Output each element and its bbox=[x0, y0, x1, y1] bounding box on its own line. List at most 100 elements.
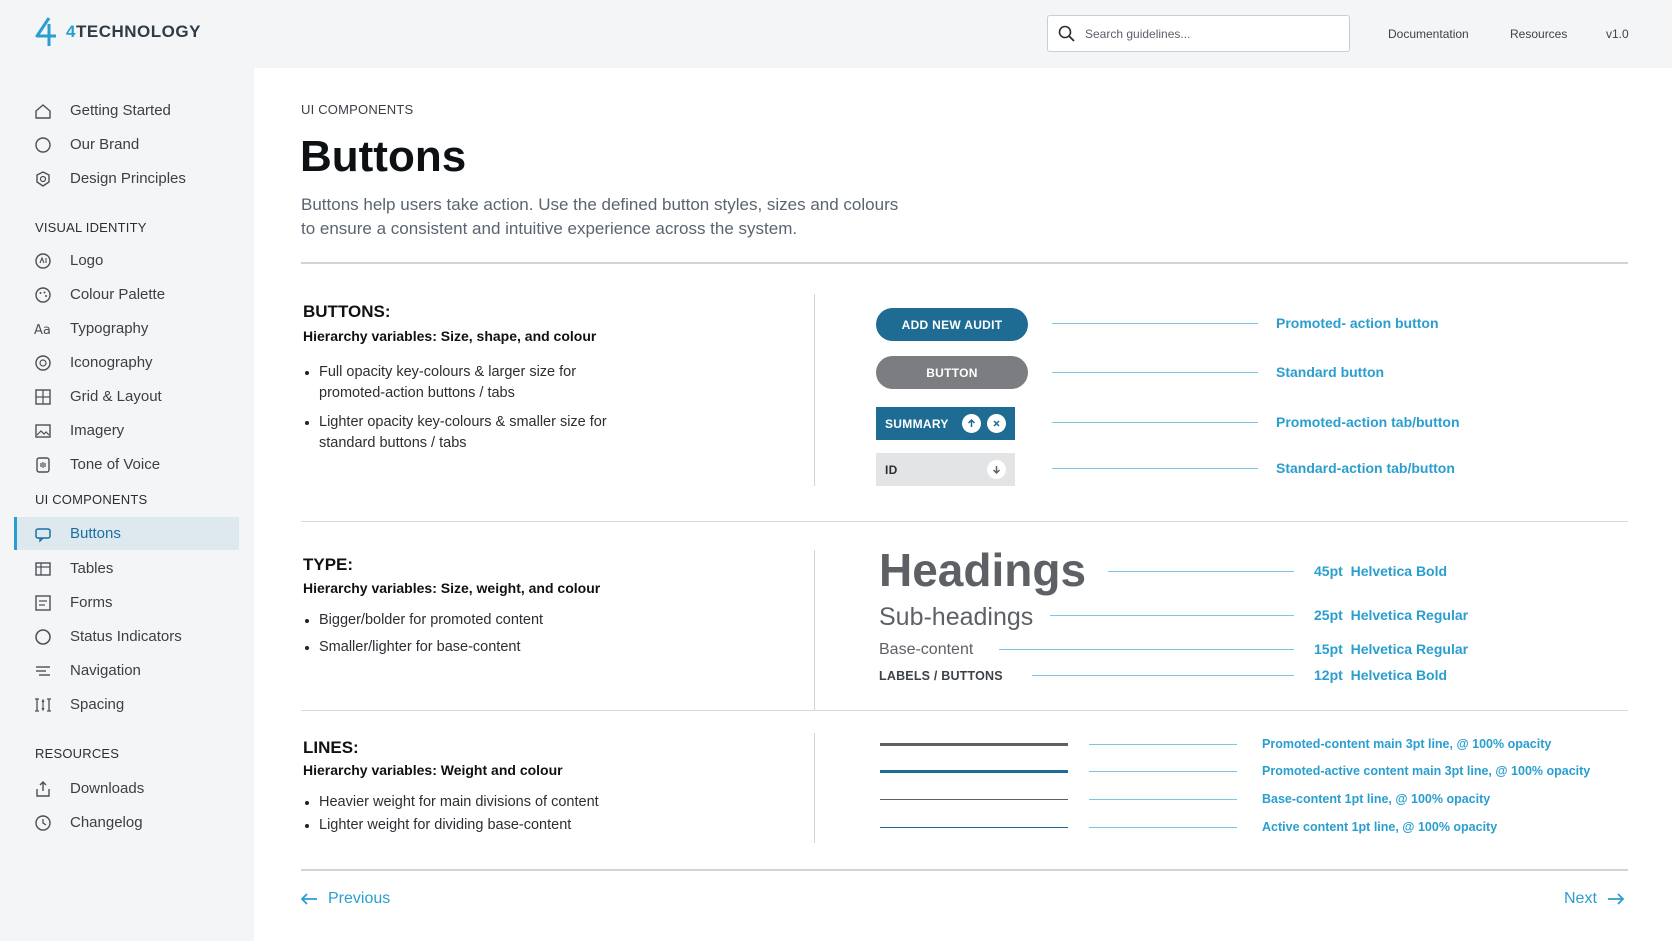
sidebar-item-label: Changelog bbox=[70, 814, 143, 831]
column-divider bbox=[814, 294, 815, 486]
standard-tab-label: ID bbox=[885, 462, 898, 477]
leader-line bbox=[1052, 468, 1258, 469]
sidebar-item-label: Spacing bbox=[70, 696, 125, 713]
sidebar-section-title: VISUAL IDENTITY bbox=[35, 220, 147, 235]
sidebar-item-typography[interactable]: Aa Typography bbox=[14, 312, 239, 345]
sidebar-item-forms[interactable]: Forms bbox=[14, 586, 239, 619]
palette-icon bbox=[35, 286, 51, 303]
buttons-section-title: BUTTONS: bbox=[303, 302, 391, 321]
sidebar-item-spacing[interactable]: Spacing bbox=[14, 688, 239, 721]
sidebar-item-status-indicators[interactable]: Status Indicators bbox=[14, 620, 239, 653]
font-name-label: Helvetica Bold bbox=[1350, 667, 1448, 683]
sidebar-item-navigation[interactable]: Navigation bbox=[14, 654, 239, 687]
promoted-action-tab[interactable]: SUMMARY bbox=[876, 407, 1015, 440]
bullet-item: Lighter opacity key-colours & smaller si… bbox=[303, 412, 643, 454]
sidebar-item-grid-layout[interactable]: Grid & Layout bbox=[14, 380, 239, 413]
divider bbox=[301, 262, 1628, 264]
leader-line bbox=[1052, 422, 1258, 423]
button-icon bbox=[35, 527, 51, 543]
sidebar-item-tables[interactable]: Tables bbox=[14, 552, 239, 585]
sidebar-item-logo[interactable]: Logo bbox=[14, 244, 239, 277]
annotation-line-promoted-active: Promoted-active content main 3pt line, @… bbox=[1262, 764, 1591, 778]
sidebar-item-getting-started[interactable]: Getting Started bbox=[14, 94, 239, 127]
next-link[interactable]: Next bbox=[1564, 890, 1625, 908]
sidebar-item-label: Tone of Voice bbox=[70, 456, 161, 473]
sidebar-item-iconography[interactable]: Iconography bbox=[14, 346, 239, 379]
sidebar-item-colour-palette[interactable]: Colour Palette bbox=[14, 278, 239, 311]
search-input[interactable] bbox=[1085, 26, 1335, 41]
iconography-icon bbox=[35, 354, 51, 371]
sidebar-item-our-brand[interactable]: Our Brand bbox=[14, 128, 239, 161]
sidebar-item-label: Iconography bbox=[70, 354, 153, 371]
bullet-item: Smaller/lighter for base-content bbox=[303, 637, 643, 658]
nav-link-resources[interactable]: Resources bbox=[1510, 27, 1567, 41]
sidebar-item-imagery[interactable]: Imagery bbox=[14, 414, 239, 447]
annotation-label-spec: 12pt Helvetica Bold bbox=[1314, 667, 1447, 683]
sidebar-item-label: Downloads bbox=[70, 780, 145, 797]
standard-button[interactable]: BUTTON bbox=[876, 356, 1028, 389]
sidebar-item-design-principles[interactable]: Design Principles bbox=[14, 162, 239, 195]
breadcrumb[interactable]: UI COMPONENTS bbox=[301, 102, 413, 117]
form-icon bbox=[35, 594, 51, 611]
sidebar-section-title: UI COMPONENTS bbox=[35, 492, 148, 507]
nav-link-documentation[interactable]: Documentation bbox=[1388, 27, 1469, 41]
navigation-icon bbox=[36, 665, 50, 676]
brand-name: 4TECHNOLOGY bbox=[66, 22, 201, 41]
font-name-label: Helvetica Bold bbox=[1350, 563, 1448, 579]
sidebar-item-label: Colour Palette bbox=[70, 286, 166, 303]
sidebar-item-changelog[interactable]: Changelog bbox=[14, 806, 239, 839]
leader-line bbox=[1108, 571, 1294, 572]
sidebar-item-tone-of-voice[interactable]: Tone of Voice bbox=[14, 448, 239, 481]
search-icon bbox=[1058, 25, 1075, 42]
next-label: Next bbox=[1564, 890, 1597, 907]
column-divider bbox=[814, 550, 815, 710]
version-label[interactable]: v1.0 bbox=[1606, 27, 1629, 41]
typography-icon: Aa bbox=[34, 323, 51, 338]
badge-icon bbox=[36, 170, 50, 187]
arrow-left-icon bbox=[300, 893, 317, 905]
top-header: 4TECHNOLOGY Documentation Resources v1.0 bbox=[0, 0, 1672, 68]
divider bbox=[301, 521, 1628, 522]
type-sample-heading: Headings bbox=[879, 544, 1087, 596]
sidebar-item-label: Forms bbox=[70, 594, 113, 611]
column-divider bbox=[814, 733, 815, 843]
home-icon bbox=[35, 103, 51, 119]
type-sample-subheading: Sub-headings bbox=[879, 603, 1034, 631]
annotation-standard-button: Standard button bbox=[1276, 364, 1385, 380]
image-icon bbox=[35, 423, 51, 438]
sidebar-item-label: Imagery bbox=[70, 422, 125, 439]
annotation-line-active: Active content 1pt line, @ 100% opacity bbox=[1262, 820, 1498, 834]
promoted-action-button[interactable]: ADD NEW AUDIT bbox=[876, 308, 1028, 341]
sidebar-item-label: Navigation bbox=[70, 662, 141, 679]
sidebar: Getting Started Our Brand Design Princip… bbox=[0, 68, 254, 941]
sample-line-promoted bbox=[880, 743, 1068, 746]
sample-line-active bbox=[880, 827, 1068, 828]
leader-line bbox=[1089, 827, 1237, 828]
sidebar-item-label: Logo bbox=[70, 252, 104, 269]
font-name-label: Helvetica Regular bbox=[1350, 607, 1469, 623]
font-size-label: 12pt bbox=[1314, 667, 1343, 683]
leader-line bbox=[1089, 771, 1237, 772]
arrow-up-icon[interactable] bbox=[962, 414, 981, 433]
logo-icon bbox=[35, 252, 51, 269]
arrow-down-icon[interactable] bbox=[987, 460, 1006, 479]
lines-section-bullets: Heavier weight for main divisions of con… bbox=[303, 792, 663, 836]
leader-line bbox=[1052, 372, 1258, 373]
divider bbox=[301, 710, 1628, 711]
sample-line-base bbox=[880, 799, 1068, 800]
font-size-label: 25pt bbox=[1314, 607, 1343, 623]
page-description: Buttons help users take action. Use the … bbox=[301, 195, 899, 238]
svg-text:Aa: Aa bbox=[34, 323, 51, 338]
sidebar-item-buttons[interactable]: Buttons bbox=[14, 517, 239, 550]
sidebar-item-label: Design Principles bbox=[70, 170, 186, 187]
sidebar-item-downloads[interactable]: Downloads bbox=[14, 772, 239, 805]
type-section-bullets: Bigger/bolder for promoted content Small… bbox=[303, 610, 643, 658]
sidebar-item-label: Tables bbox=[70, 560, 114, 577]
font-size-label: 15pt bbox=[1314, 641, 1343, 657]
previous-link[interactable]: Previous bbox=[300, 890, 390, 908]
standard-action-tab[interactable]: ID bbox=[876, 453, 1015, 486]
brand-logo[interactable]: 4TECHNOLOGY bbox=[34, 16, 201, 48]
close-icon[interactable] bbox=[987, 414, 1006, 433]
leader-line bbox=[1032, 675, 1294, 676]
search-box[interactable] bbox=[1047, 15, 1350, 52]
